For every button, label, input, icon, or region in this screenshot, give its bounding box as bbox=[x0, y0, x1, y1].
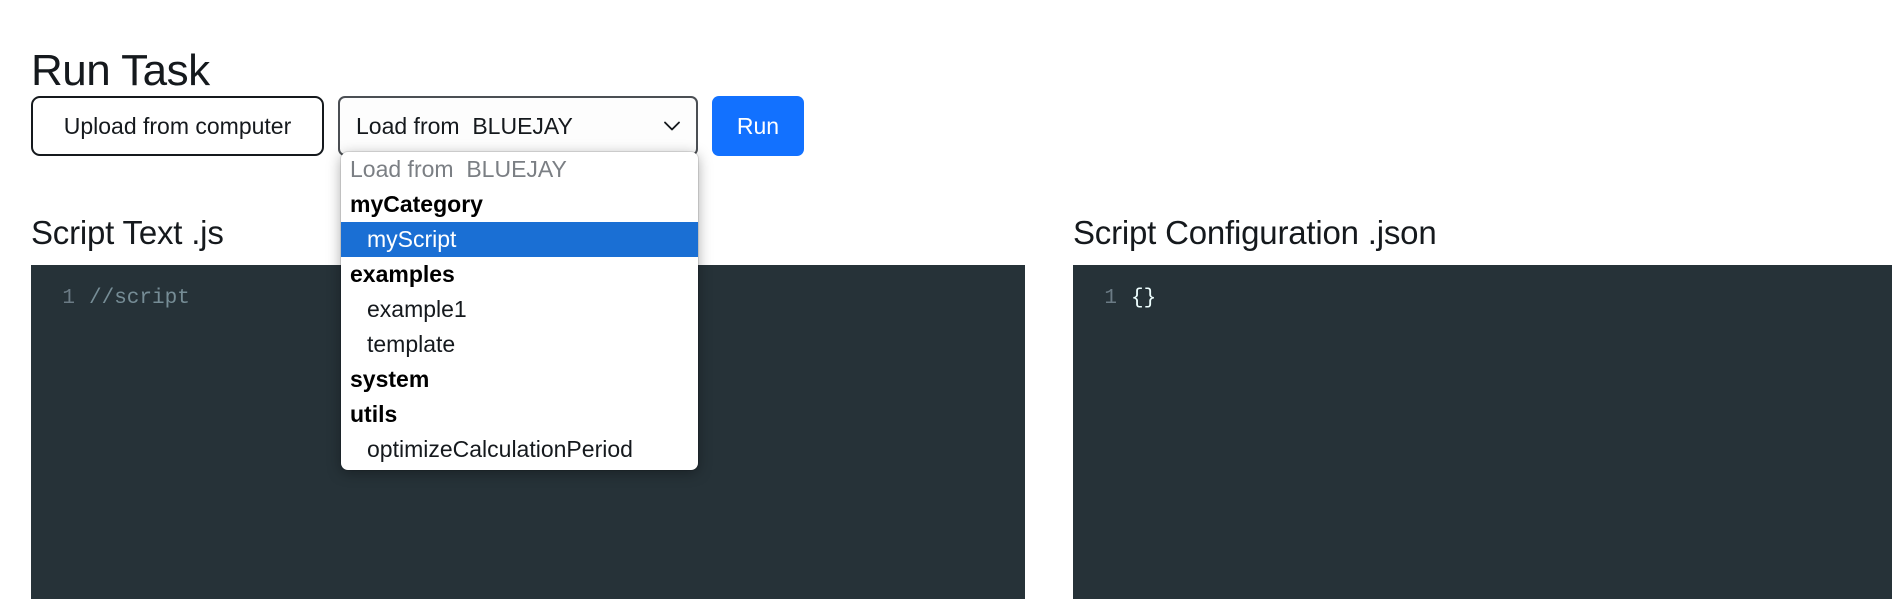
script-configuration-panel-title: Script Configuration .json bbox=[1073, 214, 1437, 251]
code-text: //script bbox=[89, 287, 190, 310]
toolbar: Upload from computer Load from BLUEJAY R… bbox=[31, 96, 804, 156]
dropdown-group-label-examples: examples bbox=[350, 261, 455, 287]
dropdown-group-label-system: system bbox=[350, 366, 430, 392]
dropdown-group-label-mycategory: myCategory bbox=[350, 191, 483, 217]
load-from-source-dropdown-list[interactable]: Load from BLUEJAY myCategory myScript ex… bbox=[341, 152, 698, 470]
load-from-source-select-value: Load from BLUEJAY bbox=[356, 112, 573, 139]
run-button[interactable]: Run bbox=[712, 96, 804, 156]
load-from-source-select[interactable]: Load from BLUEJAY bbox=[338, 96, 698, 156]
upload-from-computer-button[interactable]: Upload from computer bbox=[31, 96, 324, 156]
script-text-panel-title: Script Text .js bbox=[31, 214, 224, 251]
dropdown-option-template[interactable]: template bbox=[341, 327, 698, 362]
load-from-source-select-wrapper: Load from BLUEJAY bbox=[338, 96, 698, 156]
dropdown-option-myscript[interactable]: myScript bbox=[341, 222, 698, 257]
dropdown-group-label-utils: utils bbox=[350, 401, 398, 427]
line-number: 1 bbox=[1104, 287, 1117, 310]
line-number: 1 bbox=[62, 287, 75, 310]
code-text: {} bbox=[1131, 287, 1157, 310]
code-line: 1 {} bbox=[1073, 265, 1892, 310]
dropdown-option-example1[interactable]: example1 bbox=[341, 292, 698, 327]
dropdown-placeholder-option[interactable]: Load from BLUEJAY bbox=[341, 152, 698, 187]
page-title: Run Task bbox=[31, 46, 210, 96]
script-configuration-editor[interactable]: 1 {} bbox=[1073, 265, 1892, 599]
dropdown-option-optimizecalculationperiod[interactable]: optimizeCalculationPeriod bbox=[341, 432, 698, 467]
